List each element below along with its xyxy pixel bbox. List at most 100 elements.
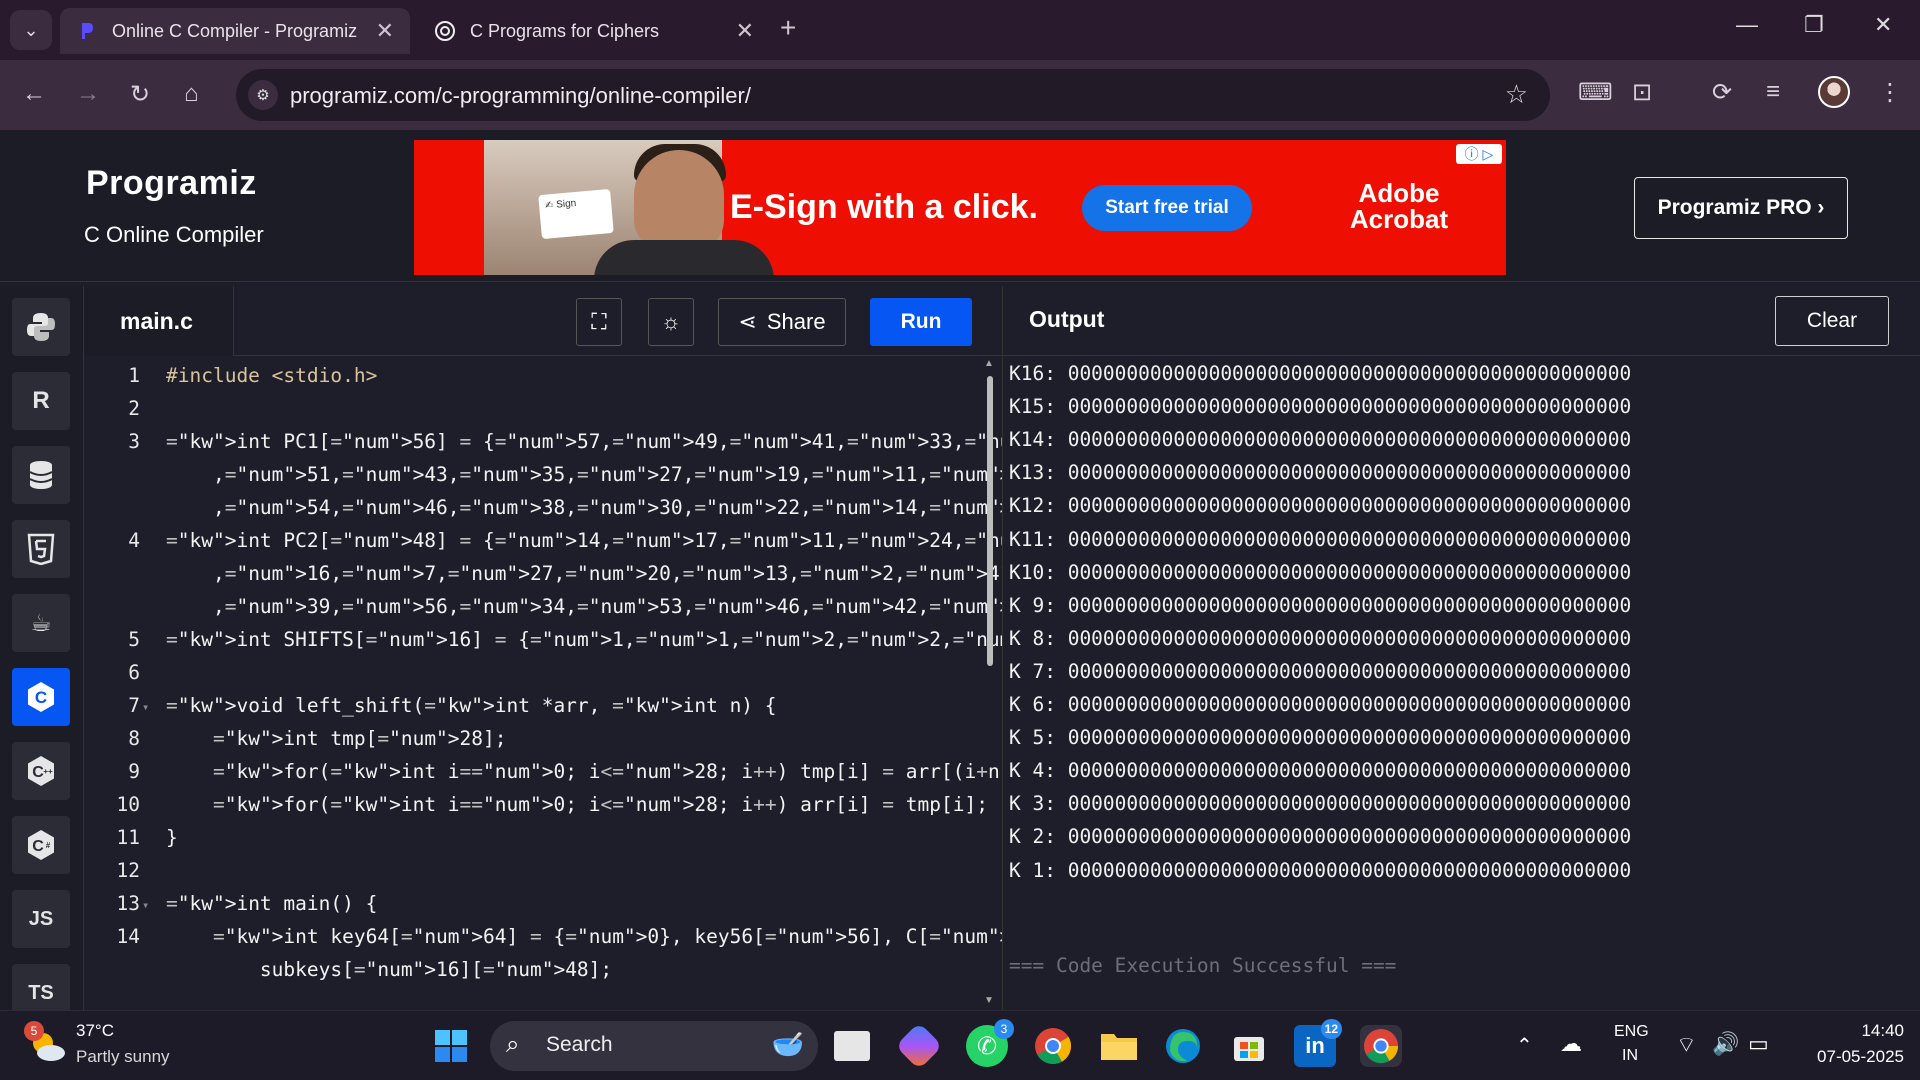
java-icon[interactable]: ☕: [12, 594, 70, 652]
line-number: 7: [128, 694, 140, 717]
theme-toggle-sun-icon[interactable]: ☼: [648, 298, 694, 346]
editor-scroll-thumb[interactable]: [987, 376, 993, 666]
address-bar[interactable]: ⚙ programiz.com/c-programming/online-com…: [236, 69, 1550, 121]
language-indicator-in[interactable]: IN: [1622, 1047, 1638, 1065]
site-info-icon[interactable]: ⚙: [248, 80, 278, 110]
csharp-icon[interactable]: C #: [12, 816, 70, 874]
new-tab-plus-icon[interactable]: +: [780, 12, 796, 44]
show-hidden-icons-chevron[interactable]: ⌃: [1516, 1033, 1533, 1058]
programiz-pro-button[interactable]: Programiz PRO ›: [1634, 177, 1848, 239]
language-indicator-eng[interactable]: ENG: [1614, 1023, 1649, 1041]
ad-choices-icon[interactable]: ⓘ ▷: [1456, 144, 1502, 164]
programiz-logo[interactable]: Programiz: [86, 164, 257, 203]
fold-chevron-icon[interactable]: ▾: [142, 700, 149, 714]
onedrive-icon[interactable]: ☁: [1560, 1031, 1582, 1057]
ad-start-free-trial-button[interactable]: Start free trial: [1082, 185, 1252, 231]
code-line[interactable]: ="kw">void left_shift(="kw">int *arr, ="…: [166, 694, 777, 717]
reading-list-icon[interactable]: ≡: [1766, 78, 1780, 106]
back-arrow-icon[interactable]: ←: [22, 80, 46, 108]
js-icon[interactable]: JS: [12, 890, 70, 948]
task-view-icon[interactable]: [834, 1031, 870, 1061]
sql-icon[interactable]: [12, 446, 70, 504]
taskbar-search[interactable]: ⌕ Search 🥣: [490, 1021, 818, 1071]
bookmark-star-icon[interactable]: ☆: [1505, 79, 1528, 110]
line-number: 3: [128, 430, 140, 453]
linkedin-icon[interactable]: in 12: [1294, 1019, 1342, 1067]
fold-chevron-icon[interactable]: ▾: [142, 898, 149, 912]
code-line[interactable]: ="kw">int SHIFTS[="num">16] = {="num">1,…: [166, 628, 1002, 651]
code-line[interactable]: ="kw">int PC1[="num">56] = {="num">57,="…: [166, 430, 1002, 453]
translate-icon[interactable]: ⌨: [1578, 78, 1613, 107]
microsoft-store-icon[interactable]: [1228, 1025, 1270, 1067]
browser-tab-bar: ⌄ Online C Compiler - Programiz ✕ C Prog…: [0, 0, 1920, 60]
home-icon[interactable]: ⌂: [184, 80, 199, 108]
code-line[interactable]: ="kw">int key64[="num">64] = {="num">0},…: [166, 925, 1002, 948]
html-icon[interactable]: [12, 520, 70, 578]
code-line[interactable]: ,="num">51,="num">43,="num">35,="num">27…: [166, 463, 1002, 486]
output-line: K13: 00000000000000000000000000000000000…: [1009, 461, 1632, 485]
minimize-icon[interactable]: —: [1736, 12, 1758, 38]
wifi-icon[interactable]: ⌔: [1676, 1031, 1697, 1059]
weather-desc[interactable]: Partly sunny: [76, 1047, 170, 1067]
profile-avatar[interactable]: [1818, 76, 1850, 108]
code-line[interactable]: subkeys[="num">16][="num">48];: [166, 958, 612, 981]
run-button[interactable]: Run: [870, 298, 972, 346]
page-title: C Online Compiler: [84, 222, 264, 247]
line-number: 1: [128, 364, 140, 387]
code-line[interactable]: ,="num">16,="num">7,="num">27,="num">20,…: [166, 562, 1002, 585]
code-line[interactable]: ="kw">for(="kw">int i=="num">0; i<="num"…: [166, 760, 1002, 783]
windows-start-icon[interactable]: [430, 1025, 472, 1067]
screen-capture-icon[interactable]: ⊡: [1632, 78, 1652, 107]
volume-icon[interactable]: 🔊: [1712, 1031, 1739, 1057]
clock-time[interactable]: 14:40: [1834, 1021, 1904, 1041]
output-line: K11: 00000000000000000000000000000000000…: [1009, 527, 1632, 551]
weather-icon[interactable]: 5: [24, 1021, 68, 1067]
code-line[interactable]: ="kw">for(="kw">int i=="num">0; i<="num"…: [166, 793, 988, 816]
code-line[interactable]: #include <stdio.h>: [166, 364, 377, 387]
svg-text:++: ++: [43, 767, 53, 776]
code-editor[interactable]: 1 #include <stdio.h> 2 3 ="kw">int PC1[="num…: [84, 356, 1002, 1010]
r-icon[interactable]: R: [12, 372, 70, 430]
share-button[interactable]: ⋖ Share: [718, 298, 846, 346]
linkedin-badge: 12: [1320, 1019, 1342, 1039]
code-line[interactable]: ,="num">54,="num">46,="num">38,="num">30…: [166, 496, 1002, 519]
reload-icon[interactable]: ↻: [130, 80, 150, 109]
c-icon[interactable]: C: [12, 668, 70, 726]
restore-icon[interactable]: ❐: [1804, 12, 1824, 38]
clear-button[interactable]: Clear: [1775, 296, 1889, 346]
output-line: K 3: 00000000000000000000000000000000000…: [1009, 792, 1632, 816]
code-line[interactable]: ="kw">int PC2[="num">48] = {="num">14,="…: [166, 529, 1002, 552]
copilot-icon[interactable]: [895, 1022, 943, 1070]
file-tab-main-c[interactable]: main.c: [84, 286, 234, 356]
fullscreen-icon[interactable]: ⛶: [576, 298, 622, 346]
output-line: K 2: 00000000000000000000000000000000000…: [1009, 825, 1632, 849]
file-explorer-icon[interactable]: [1098, 1025, 1140, 1067]
advertisement-banner[interactable]: ✍ Sign E-Sign with a click. Start free t…: [414, 140, 1506, 275]
cpp-icon[interactable]: C ++: [12, 742, 70, 800]
output-line: K 4: 00000000000000000000000000000000000…: [1009, 759, 1632, 783]
chrome-profile-icon[interactable]: [1360, 1025, 1402, 1067]
edge-icon[interactable]: [1162, 1025, 1204, 1067]
weather-temp[interactable]: 37°C: [76, 1021, 114, 1041]
close-tab-icon[interactable]: ✕: [736, 18, 754, 44]
whatsapp-icon[interactable]: ✆ 3: [966, 1019, 1014, 1067]
tab-c-programs-for-ciphers[interactable]: C Programs for Ciphers ✕: [418, 8, 770, 54]
close-window-icon[interactable]: ✕: [1874, 12, 1892, 38]
more-menu-icon[interactable]: ⋮: [1878, 78, 1902, 107]
tab-search-chevron-icon[interactable]: ⌄: [10, 10, 52, 50]
chrome-icon[interactable]: [1032, 1025, 1074, 1067]
python-icon[interactable]: [12, 298, 70, 356]
tab-online-c-compiler[interactable]: Online C Compiler - Programiz ✕: [60, 8, 410, 54]
code-line[interactable]: ="kw">int tmp[="num">28];: [166, 727, 507, 750]
performance-icon[interactable]: ⟳: [1712, 78, 1732, 107]
search-icon: ⌕: [506, 1031, 520, 1058]
code-line[interactable]: }: [166, 826, 178, 849]
battery-icon[interactable]: ▭: [1748, 1031, 1769, 1057]
url-text[interactable]: programiz.com/c-programming/online-compi…: [290, 83, 751, 109]
code-line[interactable]: ,="num">39,="num">56,="num">34,="num">53…: [166, 595, 1002, 618]
clock-date[interactable]: 07-05-2025: [1796, 1047, 1904, 1067]
close-tab-icon[interactable]: ✕: [376, 18, 394, 44]
forward-arrow-icon[interactable]: →: [76, 80, 100, 108]
code-line[interactable]: ="kw">int main() {: [166, 892, 377, 915]
editor-scrollbar[interactable]: ▲ ▼: [984, 358, 996, 1006]
